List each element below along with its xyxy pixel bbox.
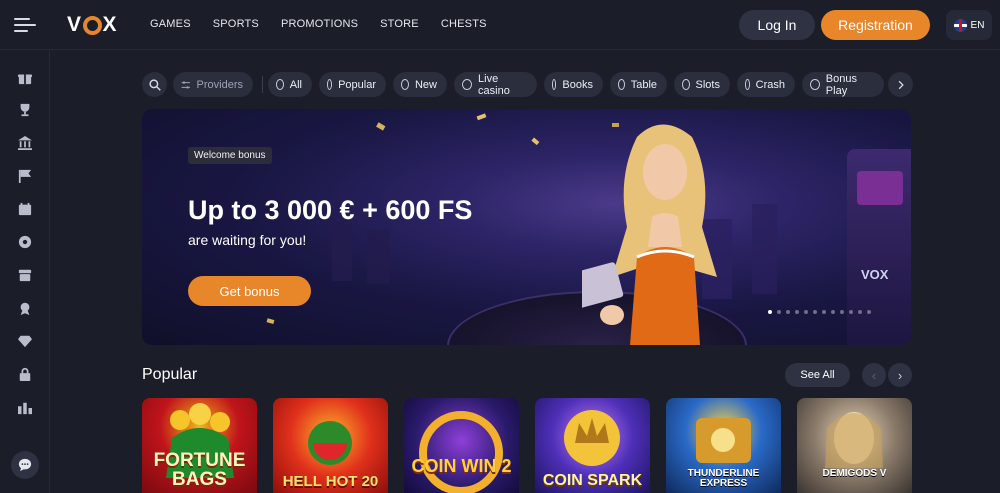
slider-dot[interactable] bbox=[840, 310, 844, 314]
bonus-diamond-icon bbox=[810, 79, 820, 90]
game-card-hell-hot-20[interactable]: HELL HOT 20 bbox=[273, 398, 388, 493]
plane-icon bbox=[745, 79, 750, 90]
banner-headline: Up to 3 000 € + 600 FS bbox=[188, 195, 473, 225]
flame-icon bbox=[327, 79, 333, 90]
carousel-next-chevron-icon[interactable]: › bbox=[888, 363, 912, 387]
slider-pagination bbox=[768, 310, 871, 314]
filter-popular-label: Popular bbox=[338, 78, 376, 91]
diamond-icon[interactable] bbox=[17, 333, 33, 349]
hamburger-menu-icon[interactable] bbox=[14, 15, 36, 35]
slider-dot[interactable] bbox=[858, 310, 862, 314]
filter-slots[interactable]: Slots bbox=[674, 72, 730, 97]
chat-icon[interactable] bbox=[11, 451, 39, 479]
slider-dot[interactable] bbox=[768, 310, 772, 314]
game-title: HELL HOT 20 bbox=[282, 473, 379, 490]
filter-crash[interactable]: Crash bbox=[737, 72, 795, 97]
leaderboard-icon[interactable] bbox=[17, 400, 33, 416]
filter-bonus-play[interactable]: Bonus Play bbox=[802, 72, 884, 97]
filter-divider bbox=[262, 76, 263, 93]
game-card-fortune-bags[interactable]: FORTUNE BAGS bbox=[142, 398, 257, 493]
providers-label: Providers bbox=[196, 78, 243, 91]
gift-icon[interactable] bbox=[17, 70, 33, 86]
search-icon[interactable] bbox=[142, 72, 167, 97]
game-title: DEMIGODS V bbox=[822, 468, 887, 479]
filter-slots-label: Slots bbox=[695, 78, 720, 91]
calendar-icon[interactable] bbox=[17, 201, 33, 217]
slider-dot[interactable] bbox=[849, 310, 853, 314]
top-bar: VX GAMES SPORTS PROMOTIONS STORE CHESTS … bbox=[0, 0, 1000, 50]
main-nav: GAMES SPORTS PROMOTIONS STORE CHESTS bbox=[150, 18, 487, 30]
game-card-coin-win-2[interactable]: COIN WIN 2 bbox=[404, 398, 519, 493]
slot-machine-image: VOX bbox=[847, 149, 911, 345]
filter-all[interactable]: All bbox=[268, 72, 312, 97]
filter-new[interactable]: New bbox=[393, 72, 447, 97]
language-selector[interactable]: EN bbox=[946, 10, 992, 40]
game-title: THUNDERLINE EXPRESS bbox=[687, 468, 760, 489]
game-title: FORTUNE BAGS bbox=[153, 450, 246, 490]
banner-subline: are waiting for you! bbox=[188, 232, 307, 248]
filter-table[interactable]: Table bbox=[610, 72, 667, 97]
slider-dot[interactable] bbox=[831, 310, 835, 314]
welcome-bonus-badge: Welcome bonus bbox=[188, 147, 272, 164]
game-card-demigods-v[interactable]: DEMIGODS V bbox=[797, 398, 912, 493]
nav-sports[interactable]: SPORTS bbox=[213, 18, 259, 30]
registration-button[interactable]: Registration bbox=[821, 10, 930, 40]
cherries-icon bbox=[276, 79, 284, 90]
vox-logo[interactable]: VX bbox=[67, 13, 117, 36]
game-card-thunderline-express[interactable]: THUNDERLINE EXPRESS bbox=[666, 398, 781, 493]
slider-dot[interactable] bbox=[867, 310, 871, 314]
filter-live-casino[interactable]: Live casino bbox=[454, 72, 537, 97]
nav-chests[interactable]: CHESTS bbox=[441, 18, 487, 30]
bank-icon[interactable] bbox=[17, 135, 33, 151]
filter-next-chevron-icon[interactable] bbox=[888, 72, 913, 97]
get-bonus-button[interactable]: Get bonus bbox=[188, 276, 311, 306]
machine-brand: VOX bbox=[861, 267, 889, 282]
nav-promotions[interactable]: PROMOTIONS bbox=[281, 18, 358, 30]
filter-new-label: New bbox=[414, 78, 437, 91]
sidebar bbox=[0, 51, 50, 493]
nav-store[interactable]: STORE bbox=[380, 18, 419, 30]
uk-flag-icon bbox=[953, 18, 967, 32]
slot-machine-icon bbox=[682, 79, 690, 90]
lock-icon[interactable] bbox=[17, 366, 33, 382]
popular-section-title: Popular bbox=[142, 366, 198, 383]
slider-dot[interactable] bbox=[786, 310, 790, 314]
providers-filter[interactable]: Providers bbox=[173, 72, 253, 97]
welcome-bonus-banner[interactable]: VOX Welcome bonus Up to 3 000 € + 600 FS… bbox=[142, 109, 911, 345]
hostess-illustration bbox=[582, 124, 717, 345]
game-card-coin-spark[interactable]: COIN SPARK bbox=[535, 398, 650, 493]
coin-win-art bbox=[419, 411, 503, 493]
language-code: EN bbox=[970, 19, 985, 31]
logo-o-chip-icon bbox=[82, 15, 102, 35]
see-all-button[interactable]: See All bbox=[785, 363, 850, 387]
soccer-ball-icon[interactable] bbox=[17, 234, 33, 250]
medal-icon[interactable] bbox=[17, 300, 33, 316]
flag-icon[interactable] bbox=[17, 168, 33, 184]
nav-games[interactable]: GAMES bbox=[150, 18, 191, 30]
filter-books[interactable]: Books bbox=[544, 72, 603, 97]
shop-icon[interactable] bbox=[17, 267, 33, 283]
new-star-icon bbox=[401, 79, 409, 90]
slider-dot[interactable] bbox=[804, 310, 808, 314]
filter-popular[interactable]: Popular bbox=[319, 72, 386, 97]
filter-live-casino-label: Live casino bbox=[478, 72, 510, 97]
casino-chip-icon bbox=[462, 79, 473, 90]
carousel-prev-chevron-icon[interactable]: ‹ bbox=[862, 363, 886, 387]
slider-dot[interactable] bbox=[795, 310, 799, 314]
login-button[interactable]: Log In bbox=[739, 10, 815, 40]
filter-table-label: Table bbox=[630, 78, 657, 91]
filter-books-label: Books bbox=[562, 78, 593, 91]
filter-crash-label: Crash bbox=[755, 78, 785, 91]
slider-dot[interactable] bbox=[813, 310, 817, 314]
sliders-icon bbox=[181, 80, 190, 89]
slider-dot[interactable] bbox=[822, 310, 826, 314]
book-icon bbox=[552, 79, 557, 90]
filter-bonus-play-label: Bonus Play bbox=[825, 72, 857, 97]
slider-dot[interactable] bbox=[777, 310, 781, 314]
game-title: COIN SPARK bbox=[542, 472, 643, 489]
filter-all-label: All bbox=[289, 78, 302, 91]
game-title: COIN WIN 2 bbox=[411, 456, 512, 476]
cards-icon bbox=[618, 79, 625, 90]
trophy-icon[interactable] bbox=[17, 102, 33, 118]
